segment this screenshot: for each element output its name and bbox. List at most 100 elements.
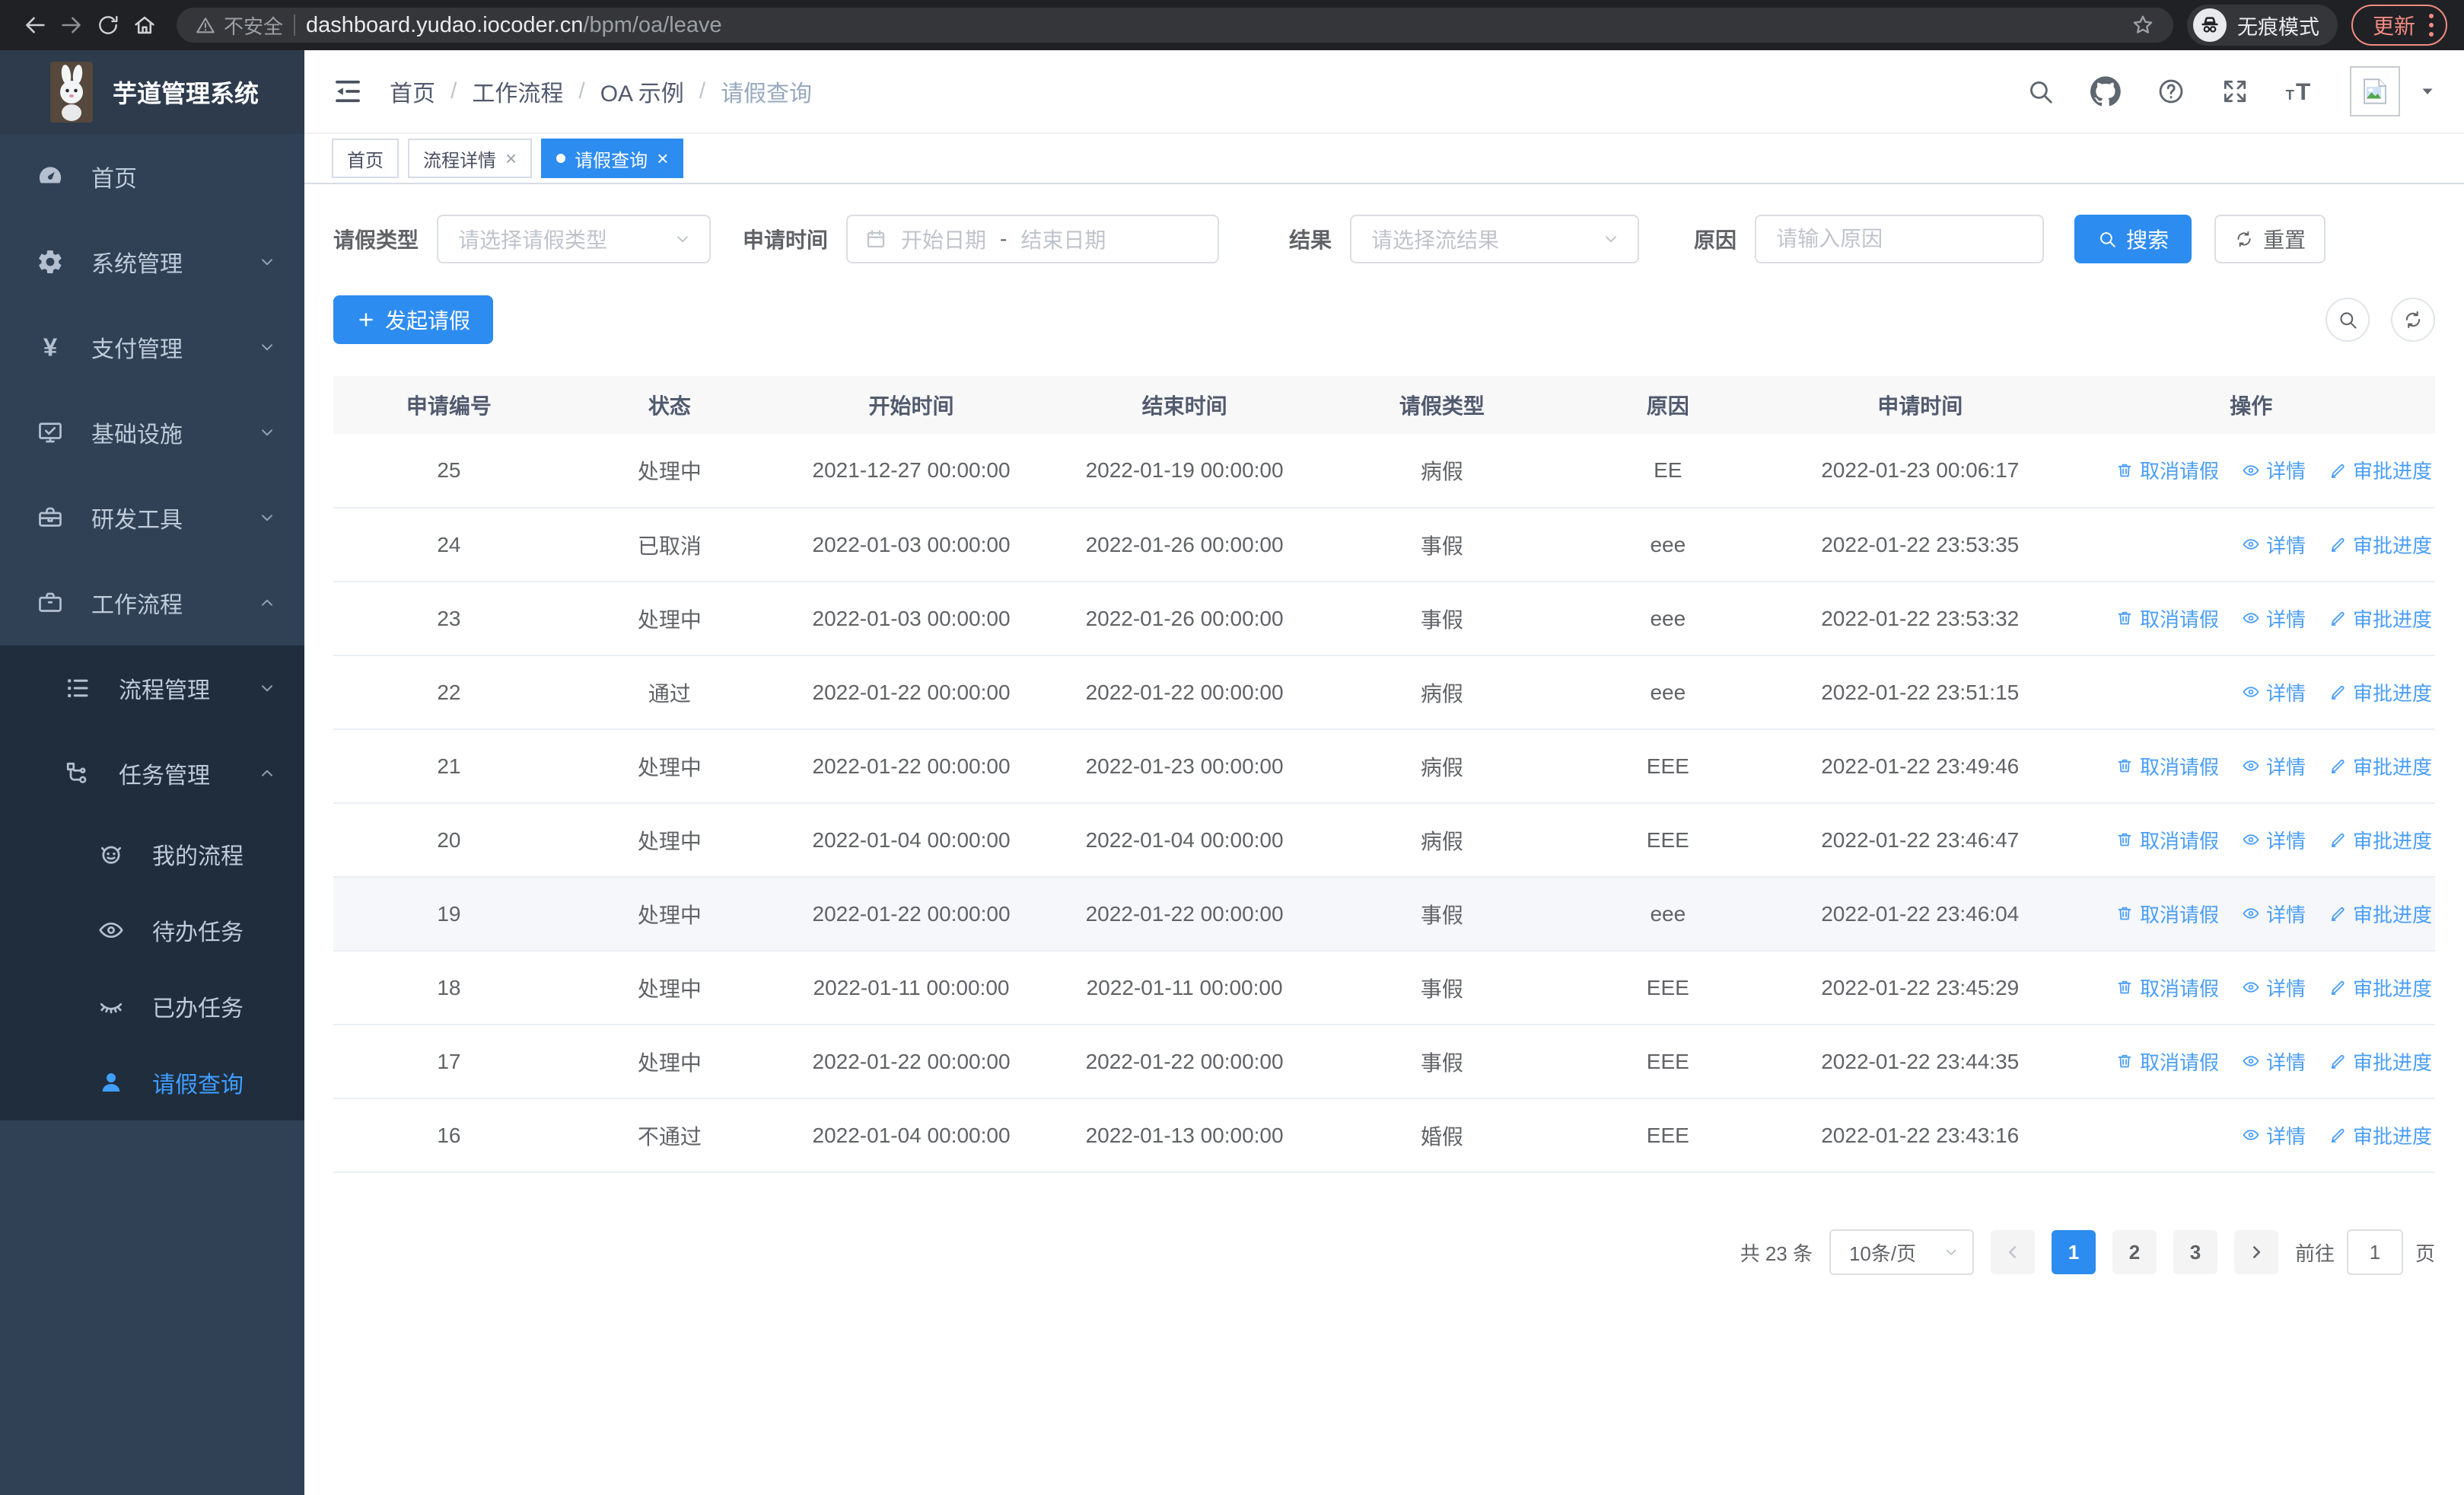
detail-link[interactable]: 详情	[2242, 531, 2306, 559]
tab-close-icon[interactable]: ×	[505, 148, 517, 168]
tab-label: 首页	[347, 150, 384, 171]
page-button-1[interactable]: 1	[2051, 1230, 2096, 1274]
user-avatar[interactable]	[2350, 66, 2400, 116]
page-button-3[interactable]: 3	[2173, 1230, 2217, 1274]
browser-reload-button[interactable]	[90, 7, 126, 43]
detail-link[interactable]: 详情	[2242, 900, 2306, 928]
fullscreen-icon[interactable]	[2220, 77, 2249, 106]
detail-link[interactable]: 详情	[2242, 974, 2306, 1002]
reason-input[interactable]	[1761, 227, 2039, 251]
cell-status: 处理中	[564, 803, 775, 878]
progress-link[interactable]: 审批进度	[2329, 531, 2432, 559]
progress-link[interactable]: 审批进度	[2329, 1047, 2432, 1076]
tab-close-icon[interactable]: ×	[657, 148, 668, 168]
cell-actions: 详情 审批进度	[2067, 508, 2435, 582]
github-icon[interactable]	[2090, 75, 2122, 107]
bookmark-star-icon[interactable]	[2131, 13, 2155, 37]
table-row: 24 已取消 2022-01-03 00:00:00 2022-01-26 00:00…	[333, 508, 2435, 582]
cell-end: 2022-01-19 00:00:00	[1048, 434, 1322, 508]
svg-text:T: T	[2286, 87, 2294, 103]
browser-forward-button[interactable]	[53, 7, 90, 43]
breadcrumb-item[interactable]: OA 示例	[600, 75, 684, 108]
detail-link[interactable]: 详情	[2242, 678, 2306, 706]
cancel-leave-link[interactable]: 取消请假	[2115, 974, 2219, 1002]
cell-type: 病假	[1321, 434, 1563, 508]
cancel-leave-link[interactable]: 取消请假	[2115, 604, 2219, 633]
app-logo[interactable]: 芋道管理系统	[0, 50, 304, 134]
cell-status: 通过	[564, 655, 775, 730]
progress-link[interactable]: 审批进度	[2329, 1121, 2432, 1149]
tab-view[interactable]: 请假查询 ×	[541, 139, 684, 178]
sidebar-item-dashboard[interactable]: 首页	[0, 134, 304, 219]
show-search-toggle-button[interactable]	[2326, 298, 2370, 342]
page-size-select[interactable]: 10条/页	[1829, 1229, 1974, 1275]
cancel-leave-link[interactable]: 取消请假	[2115, 752, 2219, 780]
eye-icon	[2242, 978, 2260, 996]
detail-link[interactable]: 详情	[2242, 456, 2306, 484]
detail-action-label: 详情	[2265, 1050, 2306, 1074]
sidebar-item-gear[interactable]: 系统管理	[0, 219, 304, 304]
sidebar-item-eye[interactable]: 待办任务	[0, 892, 304, 968]
chevron-left-icon	[2003, 1242, 2023, 1262]
progress-link[interactable]: 审批进度	[2329, 678, 2432, 706]
cancel-leave-link[interactable]: 取消请假	[2115, 826, 2219, 854]
cell-start: 2022-01-03 00:00:00	[775, 508, 1049, 582]
result-select[interactable]: 请选择流结果	[1350, 215, 1640, 263]
progress-link[interactable]: 审批进度	[2329, 752, 2432, 780]
search-button[interactable]: 搜索	[2074, 215, 2192, 263]
tab-home[interactable]: 首页	[332, 139, 399, 178]
leave-type-select[interactable]: 请选择请假类型	[437, 215, 712, 263]
help-icon[interactable]	[2157, 77, 2185, 106]
progress-link[interactable]: 审批进度	[2329, 456, 2432, 484]
browser-menu-dots-icon[interactable]	[2429, 14, 2434, 37]
cancel-leave-link[interactable]: 取消请假	[2115, 456, 2219, 484]
detail-link[interactable]: 详情	[2242, 604, 2306, 633]
cell-reason: EEE	[1562, 803, 1773, 878]
sidebar-item-yen[interactable]: ¥ 支付管理	[0, 304, 304, 390]
browser-home-button[interactable]	[126, 7, 163, 43]
create-leave-button[interactable]: 发起请假	[333, 295, 494, 344]
tab-view[interactable]: 流程详情 ×	[408, 139, 533, 178]
cancel-leave-link[interactable]: 取消请假	[2115, 900, 2219, 928]
reset-button[interactable]: 重置	[2214, 215, 2326, 263]
pen-icon	[2329, 683, 2347, 701]
trash-icon	[2115, 757, 2134, 775]
sidebar-item-flow-list[interactable]: 流程管理	[0, 645, 304, 731]
sidebar-collapse-icon[interactable]	[332, 75, 364, 107]
sidebar-item-user[interactable]: 请假查询	[0, 1044, 304, 1120]
page-button-2[interactable]: 2	[2112, 1230, 2157, 1274]
sidebar: 芋道管理系统 首页 系统管理 ¥ 支付管理 基础设施 研发工具 工作流程 流程管理 任务管理 我的…	[0, 50, 304, 1495]
sidebar-item-task-tree[interactable]: 任务管理	[0, 731, 304, 816]
cell-apply: 2022-01-22 23:44:35	[1772, 1025, 2068, 1099]
apply-time-range-picker[interactable]: 开始日期 - 结束日期	[846, 215, 1220, 263]
goto-page-input[interactable]	[2346, 1229, 2403, 1275]
sidebar-item-briefcase[interactable]: 工作流程	[0, 560, 304, 645]
pen-icon	[2329, 757, 2347, 775]
breadcrumb-item[interactable]: 首页	[390, 75, 435, 108]
table-row: 17 处理中 2022-01-22 00:00:00 2022-01-22 00:00…	[333, 1025, 2435, 1099]
progress-link[interactable]: 审批进度	[2329, 604, 2432, 633]
sidebar-item-eye-closed[interactable]: 已办任务	[0, 968, 304, 1044]
address-bar[interactable]: 不安全 dashboard.yudao.iocoder.cn/bpm/oa/le…	[177, 8, 2173, 43]
cell-status: 处理中	[564, 1025, 775, 1099]
header-search-icon[interactable]	[2026, 77, 2055, 106]
detail-link[interactable]: 详情	[2242, 826, 2306, 854]
breadcrumb-item[interactable]: 工作流程	[472, 75, 563, 108]
progress-link[interactable]: 审批进度	[2329, 900, 2432, 928]
sidebar-item-monitor[interactable]: 基础设施	[0, 390, 304, 475]
refresh-table-button[interactable]	[2391, 298, 2435, 342]
detail-link[interactable]: 详情	[2242, 752, 2306, 780]
sidebar-item-toolbox[interactable]: 研发工具	[0, 475, 304, 560]
browser-update-button[interactable]: 更新	[2351, 5, 2447, 46]
progress-link[interactable]: 审批进度	[2329, 826, 2432, 854]
prev-page-button[interactable]	[1990, 1230, 2035, 1274]
progress-link[interactable]: 审批进度	[2329, 974, 2432, 1002]
next-page-button[interactable]	[2233, 1230, 2278, 1274]
detail-link[interactable]: 详情	[2242, 1047, 2306, 1076]
browser-back-button[interactable]	[17, 7, 53, 43]
pen-icon	[2329, 830, 2347, 849]
sidebar-item-robot[interactable]: 我的流程	[0, 816, 304, 892]
font-size-icon[interactable]: TT	[2284, 76, 2315, 107]
cancel-leave-link[interactable]: 取消请假	[2115, 1047, 2219, 1076]
detail-link[interactable]: 详情	[2242, 1121, 2306, 1149]
